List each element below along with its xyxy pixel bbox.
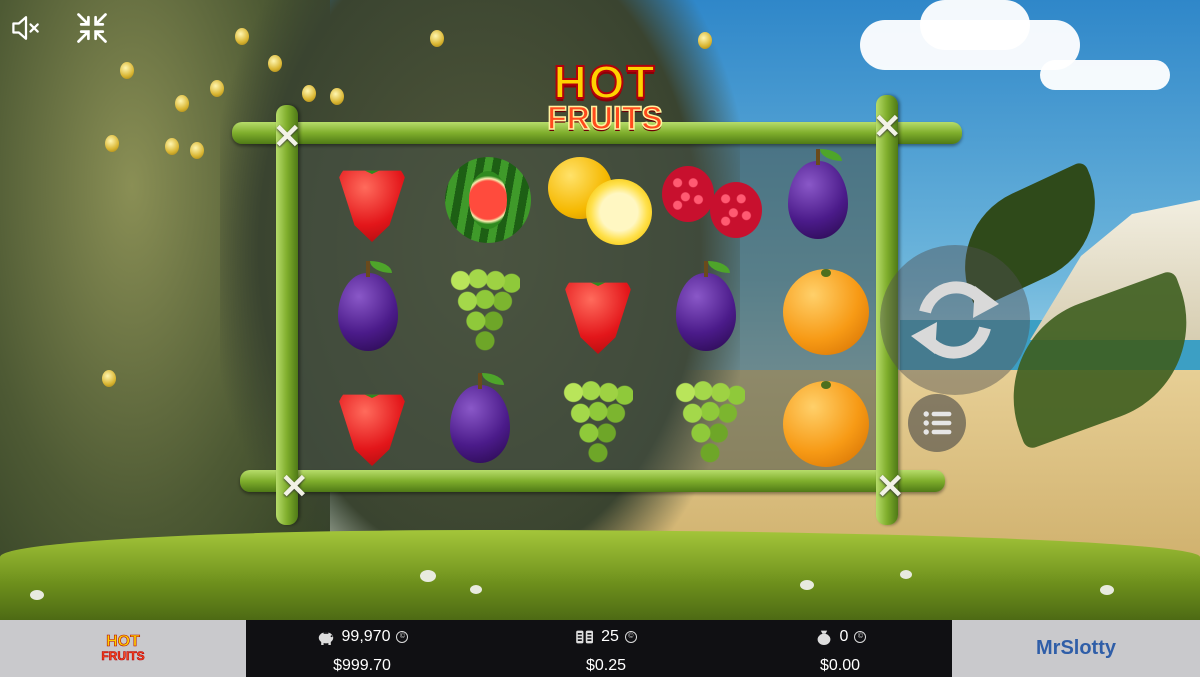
vine-bead [165, 138, 179, 155]
plum-icon [450, 373, 510, 463]
reel-symbol-strawberry [322, 150, 422, 250]
vine-bead [190, 142, 204, 159]
bet-display: 25 © $0.25 [506, 620, 706, 677]
reel-symbol-grapes [548, 374, 648, 474]
vine-bead [235, 28, 249, 45]
balance-coins: 99,970 [341, 628, 391, 645]
pebble [900, 570, 912, 579]
reel-symbol-plum [768, 149, 868, 250]
reel-symbol-plum [430, 373, 530, 474]
reel-symbol-strawberry [322, 374, 422, 474]
win-display: 0 © $0.00 [740, 620, 940, 677]
plum-icon [788, 149, 848, 239]
fullscreen-toggle-button[interactable] [72, 8, 112, 48]
reel-symbol-plum [656, 261, 756, 362]
bottom-info-bar: HOT FRUITS 99,970 © $999.70 25 © $0.25 0… [0, 620, 1200, 677]
game-logo: HOT FRUITS [520, 56, 690, 150]
reel-symbol-grapes [435, 262, 535, 362]
reel-symbol-orange [776, 374, 876, 474]
strawberry-icon [337, 170, 407, 242]
circular-arrows-icon [911, 281, 999, 359]
orange-icon [783, 269, 869, 355]
coin-icon: © [396, 631, 409, 643]
menu-button[interactable] [908, 394, 966, 452]
reel-symbol-orange [776, 262, 876, 362]
bet-money: $0.25 [585, 657, 627, 674]
pebble [30, 590, 44, 600]
rope-knot: ✕ [280, 468, 309, 506]
cloud [920, 0, 1030, 50]
raspberry-icon [658, 160, 762, 240]
game-scene: ✕ ✕ ✕ ✕ HOT FRUITS [0, 0, 1200, 620]
watermelon-icon [445, 157, 531, 243]
chip-stack-icon [576, 630, 594, 644]
sound-toggle-button[interactable] [6, 8, 46, 48]
rope-knot: ✕ [273, 118, 302, 156]
grapes-icon [563, 379, 633, 469]
mini-logo-fruits: FRUITS [101, 648, 145, 663]
vine-bead [102, 370, 116, 387]
bamboo-left [276, 105, 298, 525]
piggy-bank-icon [318, 632, 333, 645]
vine-bead [268, 55, 282, 72]
vine-bead [302, 85, 316, 102]
reel-symbol-grapes [660, 374, 760, 474]
plum-icon [676, 261, 736, 351]
strawberry-icon [337, 394, 407, 466]
reel-symbol-raspberry [658, 150, 762, 250]
provider-logo: MrSlotty [952, 620, 1200, 677]
logo-fruits-text: FRUITS [546, 100, 663, 136]
win-coins: 0 [839, 628, 849, 645]
coin-icon: © [624, 631, 637, 643]
speaker-muted-icon [12, 16, 39, 40]
reel-symbol-plum [318, 261, 418, 362]
grapes-icon [675, 379, 745, 469]
grass-ground [0, 530, 1200, 620]
vine-bead [120, 62, 134, 79]
balance-display: 99,970 © $999.70 [262, 620, 462, 677]
spin-button[interactable] [880, 245, 1030, 395]
vine-bead [430, 30, 444, 47]
reel-symbol-watermelon [438, 150, 538, 250]
pebble [1100, 585, 1114, 595]
mini-game-logo: HOT FRUITS [0, 620, 246, 677]
vine-bead [210, 80, 224, 97]
rope-knot: ✕ [873, 108, 902, 146]
cloud [1040, 60, 1170, 90]
pebble [470, 585, 482, 594]
pebble [420, 570, 436, 582]
orange-icon [783, 381, 869, 467]
balance-money: $999.70 [333, 657, 391, 674]
pebble [800, 580, 814, 590]
bet-coins: 25 [601, 628, 619, 645]
mini-logo-hot: HOT [106, 632, 140, 650]
money-bag-icon [817, 630, 830, 645]
grapes-icon [450, 267, 520, 357]
lemon-icon [548, 155, 652, 245]
reel-symbol-lemon [548, 150, 652, 250]
vine-bead [105, 135, 119, 152]
plum-icon [338, 261, 398, 351]
vine-bead [175, 95, 189, 112]
rope-knot: ✕ [876, 468, 905, 506]
vine-bead [330, 88, 344, 105]
logo-hot-text: HOT [552, 56, 657, 108]
collapse-arrows-icon [77, 13, 107, 43]
reel-symbol-strawberry [548, 262, 648, 362]
strawberry-icon [563, 282, 633, 354]
hamburger-icon [923, 411, 952, 435]
vine-bead [698, 32, 712, 49]
coin-icon: © [854, 631, 867, 643]
win-money: $0.00 [819, 657, 861, 674]
